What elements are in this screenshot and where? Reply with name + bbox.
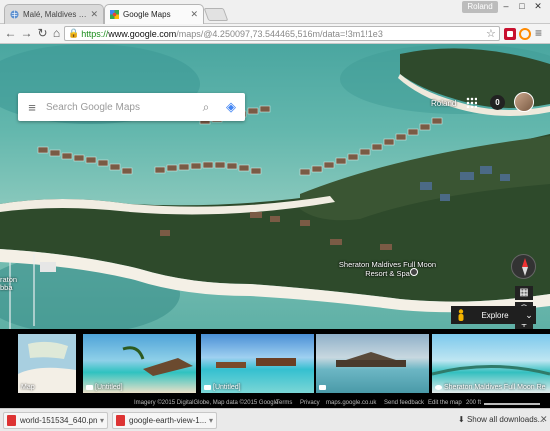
- download-item[interactable]: world-151534_640.png ▾: [3, 412, 108, 429]
- lock-icon: 🔒: [68, 28, 80, 38]
- new-tab-button[interactable]: [203, 8, 229, 21]
- pavilion-photo-icon: [336, 352, 406, 367]
- bookmark-star-icon[interactable]: ☆: [486, 27, 496, 40]
- close-icon[interactable]: ✕: [190, 9, 198, 20]
- profile-name[interactable]: Roland: [462, 1, 498, 13]
- show-all-label: Show all downloads...: [466, 415, 545, 424]
- download-filename: google-earth-view-1...jpg: [129, 416, 206, 425]
- photo-thumb-map[interactable]: Map: [18, 334, 76, 393]
- chevron-down-icon[interactable]: ⌄: [522, 310, 536, 321]
- tab-strip: Malé, Maldives – Earth W ✕ Google Maps ✕…: [0, 0, 550, 24]
- window-controls: – □ ✕: [498, 0, 546, 13]
- region-link[interactable]: maps.google.co.uk: [326, 400, 376, 406]
- menu-icon[interactable]: ≡: [18, 100, 46, 115]
- satellite-imagery: [0, 44, 550, 329]
- avatar[interactable]: [514, 92, 534, 112]
- photo-thumb[interactable]: [316, 334, 429, 393]
- close-window-button[interactable]: ✕: [530, 0, 546, 13]
- photosphere-icon: [435, 385, 442, 390]
- extension-ring-icon[interactable]: [519, 28, 531, 40]
- home-icon[interactable]: ⌂: [49, 26, 64, 41]
- explore-label: Explore: [481, 310, 509, 320]
- privacy-link[interactable]: Privacy: [300, 400, 320, 406]
- back-icon[interactable]: ←: [3, 26, 18, 41]
- tab-title: Malé, Maldives – Earth W: [23, 10, 87, 19]
- downloads-shelf: world-151534_640.png ▾ google-earth-view…: [0, 408, 550, 431]
- photo-caption: Map: [21, 384, 35, 391]
- tab-earth-view[interactable]: Malé, Maldives – Earth W ✕: [4, 4, 104, 24]
- photo-caption: Sheraton Maldives Full Moon Re: [444, 384, 546, 391]
- photo-thumb[interactable]: [Untitled]: [201, 334, 314, 393]
- address-bar[interactable]: 🔒 https:// www.google.com /maps/@4.25009…: [64, 26, 500, 41]
- url-scheme: https://: [81, 28, 109, 39]
- search-icon[interactable]: ⌕: [195, 100, 217, 115]
- globe-icon: [10, 10, 19, 19]
- minimize-button[interactable]: –: [498, 0, 514, 13]
- imagery-credit: Imagery ©2015 DigitalGlobe, Map data ©20…: [134, 400, 279, 406]
- tilt-button[interactable]: ▦: [515, 286, 533, 300]
- download-filename: world-151534_640.png: [20, 416, 97, 425]
- send-feedback-link[interactable]: Send feedback: [384, 400, 424, 406]
- download-arrow-icon: ⬇: [458, 415, 467, 424]
- satellite-map[interactable]: ≡ ⌕ ◈ Roland 0 Sheraton Maldives Full Mo…: [0, 44, 550, 329]
- show-all-downloads-link[interactable]: ⬇ Show all downloads...: [458, 415, 544, 424]
- url-path: /maps/@4.250097,73.544465,516m/data=!3m1…: [176, 28, 383, 39]
- directions-icon[interactable]: ◈: [217, 99, 245, 115]
- tab-title: Google Maps: [123, 10, 171, 19]
- tab-google-maps[interactable]: Google Maps ✕: [104, 4, 204, 24]
- maximize-button[interactable]: □: [514, 0, 530, 13]
- close-icon[interactable]: ✕: [90, 9, 98, 20]
- google-maps-icon: [110, 10, 119, 19]
- url-host: www.google.com: [108, 28, 177, 39]
- file-icon: [116, 415, 125, 426]
- terms-link[interactable]: Terms: [276, 400, 292, 406]
- photo-strip: Map [Untitled] [Untitled] Sheraton Maldi…: [0, 329, 550, 399]
- pegman-icon[interactable]: [454, 308, 468, 322]
- reload-icon[interactable]: ↻: [35, 26, 50, 41]
- photo-thumb[interactable]: [Untitled]: [83, 334, 196, 393]
- chevron-down-icon[interactable]: ▾: [209, 416, 213, 425]
- file-icon: [7, 415, 16, 426]
- user-name[interactable]: Roland: [431, 99, 456, 108]
- scale-bar: [484, 403, 540, 405]
- map-footer: Imagery ©2015 DigitalGlobe, Map data ©20…: [0, 399, 550, 408]
- place-label-partial: raton bba: [0, 276, 17, 292]
- camera-icon: [86, 385, 93, 390]
- extension-icon[interactable]: [504, 28, 516, 40]
- photo-caption: [Untitled]: [213, 384, 241, 391]
- forward-icon[interactable]: →: [19, 26, 34, 41]
- camera-icon: [204, 385, 211, 390]
- place-label[interactable]: Sheraton Maldives Full Moon Resort & Spa: [335, 260, 440, 278]
- photo-caption: [Untitled]: [95, 384, 123, 391]
- photo-thumb-panorama[interactable]: Sheraton Maldives Full Moon Re: [432, 334, 550, 393]
- notifications-icon[interactable]: 0: [490, 95, 505, 110]
- download-item[interactable]: google-earth-view-1...jpg ▾: [112, 412, 217, 429]
- explore-bar[interactable]: Explore ⌄: [451, 306, 536, 324]
- camera-icon: [319, 385, 326, 390]
- search-input[interactable]: [46, 101, 195, 113]
- scale-label: 200 ft: [466, 400, 482, 406]
- edit-map-link[interactable]: Edit the map: [428, 400, 462, 406]
- search-box: ≡ ⌕ ◈: [18, 93, 245, 121]
- place-label-partial-text: raton bba: [0, 275, 18, 292]
- close-icon[interactable]: ✕: [540, 414, 548, 425]
- chrome-menu-icon[interactable]: ≡: [535, 26, 542, 40]
- apps-grid-icon[interactable]: [466, 97, 477, 108]
- browser-toolbar: ← → ↻ ⌂ 🔒 https:// www.google.com /maps/…: [0, 24, 550, 44]
- compass-icon[interactable]: [511, 254, 536, 279]
- place-marker-icon[interactable]: [410, 268, 418, 276]
- chevron-down-icon[interactable]: ▾: [100, 416, 104, 425]
